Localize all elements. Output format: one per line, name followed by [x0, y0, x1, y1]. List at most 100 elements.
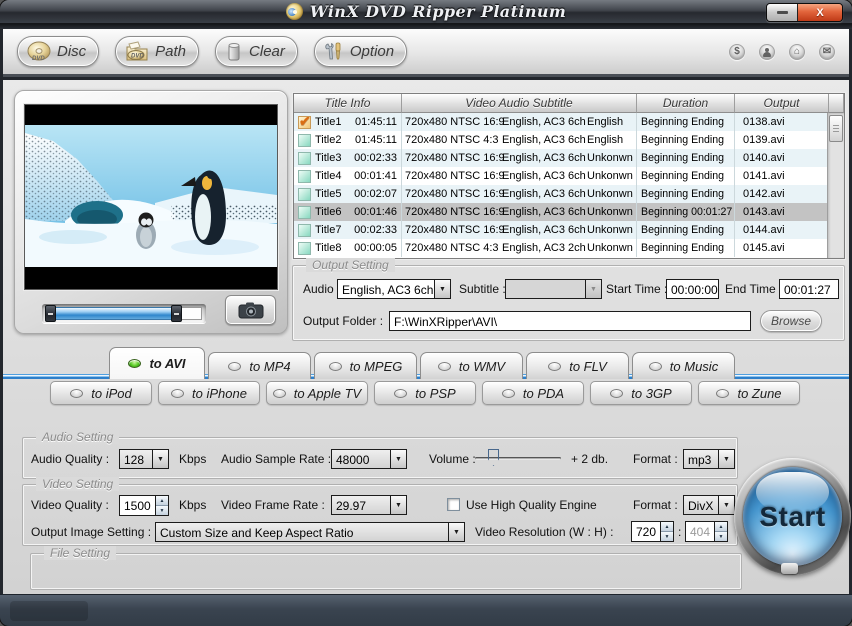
scrollbar-thumb[interactable] — [829, 115, 843, 142]
start-time-label: Start Time : — [606, 282, 667, 296]
svg-text:DVD: DVD — [131, 53, 144, 59]
minimize-button[interactable] — [767, 4, 798, 21]
title-info-cell: Title1 01:45:11 — [294, 113, 402, 131]
path-button[interactable]: DVD Path — [115, 36, 199, 67]
tab-label: to Music — [670, 359, 718, 374]
subtitle-spec: Unkonwn — [587, 224, 636, 236]
tab-to-ipod[interactable]: to iPod — [50, 381, 152, 405]
browse-button[interactable]: Browse — [760, 310, 822, 332]
volume-label: Volume : — [429, 452, 476, 466]
title-name: Title1 — [315, 116, 352, 128]
table-row[interactable]: Title4 00:01:41 720x480 NTSC 16:9 Englis… — [294, 167, 827, 185]
tab-to-apple-tv[interactable]: to Apple TV — [266, 381, 368, 405]
option-button[interactable]: Option — [314, 36, 407, 67]
subtitle-spec: English — [587, 134, 636, 146]
table-scrollbar[interactable] — [827, 113, 844, 258]
tab-to-flv[interactable]: to FLV — [526, 352, 629, 379]
home-icon[interactable]: ⌂ — [789, 44, 805, 60]
hq-engine-checkbox[interactable] — [447, 498, 460, 511]
output-folder-field[interactable]: F:\WinXRipper\AVI\ — [389, 311, 751, 331]
volume-slider-track[interactable] — [475, 457, 561, 460]
video-preview-screen[interactable] — [24, 104, 278, 290]
title-status-icon[interactable] — [298, 170, 311, 183]
start-time-field[interactable]: 00:00:00 — [666, 279, 719, 299]
table-row[interactable]: Title7 00:02:33 720x480 NTSC 16:9 Englis… — [294, 221, 827, 239]
table-row[interactable]: Title2 01:45:11 720x480 NTSC 4:3 English… — [294, 131, 827, 149]
column-header-output[interactable]: Output — [735, 94, 829, 113]
resolution-width-spinner[interactable]: 720 ▲▼ — [631, 521, 674, 542]
video-audio-subtitle-cell: 720x480 NTSC 4:3 English, AC3 6ch Englis… — [402, 131, 637, 149]
tab-to-iphone[interactable]: to iPhone — [158, 381, 260, 405]
column-header-duration[interactable]: Duration — [637, 94, 735, 113]
spinner-arrows-icon[interactable]: ▲▼ — [714, 522, 727, 541]
tab-to-zune[interactable]: to Zune — [698, 381, 800, 405]
table-row[interactable]: Title6 00:01:46 720x480 NTSC 16:9 Englis… — [294, 203, 827, 221]
title-length: 00:00:05 — [354, 242, 401, 254]
subtitle-select[interactable]: ▼ — [505, 279, 602, 299]
title-status-icon[interactable] — [298, 116, 311, 129]
trim-end-handle[interactable] — [171, 305, 182, 322]
title-name: Title7 — [315, 224, 352, 236]
tab-label: to PDA — [523, 386, 564, 401]
video-quality-spinner[interactable]: 1500 ▲▼ — [119, 495, 169, 516]
tab-led-icon — [273, 389, 286, 398]
tab-to-3gp[interactable]: to 3GP — [590, 381, 692, 405]
table-row[interactable]: Title3 00:02:33 720x480 NTSC 16:9 Englis… — [294, 149, 827, 167]
audio-select[interactable]: English, AC3 6ch ▼ — [337, 279, 451, 299]
column-header-title-info[interactable]: Title Info — [294, 94, 402, 113]
tab-to-avi[interactable]: to AVI — [109, 347, 205, 379]
close-button[interactable]: X — [798, 4, 842, 21]
title-status-icon[interactable] — [298, 206, 311, 219]
tab-label: to AVI — [149, 356, 185, 371]
disc-button[interactable]: DVD Disc — [17, 36, 99, 67]
image-setting-label: Output Image Setting : — [31, 525, 151, 539]
tab-led-icon — [548, 362, 561, 371]
tab-to-wmv[interactable]: to WMV — [420, 352, 523, 379]
title-info-cell: Title3 00:02:33 — [294, 149, 402, 167]
image-setting-select[interactable]: Custom Size and Keep Aspect Ratio ▼ — [155, 522, 465, 542]
table-row[interactable]: Title1 01:45:11 720x480 NTSC 16:9 Englis… — [294, 113, 827, 131]
spinner-arrows-icon[interactable]: ▲▼ — [660, 522, 673, 541]
audio-format-select[interactable]: mp3 ▼ — [683, 449, 735, 469]
spinner-arrows-icon[interactable]: ▲▼ — [155, 496, 168, 515]
buy-icon[interactable]: $ — [729, 44, 745, 60]
start-button[interactable]: Start — [734, 458, 851, 575]
table-header: Title Info Video Audio Subtitle Duration… — [294, 94, 844, 113]
frame-rate-select[interactable]: 29.97 ▼ — [331, 495, 407, 515]
audio-quality-select[interactable]: 128 ▼ — [119, 449, 169, 469]
subtitle-spec: English — [587, 116, 636, 128]
account-icon[interactable] — [759, 44, 775, 60]
table-row[interactable]: Title5 00:02:07 720x480 NTSC 16:9 Englis… — [294, 185, 827, 203]
title-status-icon[interactable] — [298, 134, 311, 147]
clear-button[interactable]: Clear — [215, 36, 298, 67]
column-header-video-audio-subtitle[interactable]: Video Audio Subtitle — [402, 94, 637, 113]
trim-start-handle[interactable] — [45, 305, 56, 322]
table-row[interactable]: Title8 00:00:05 720x480 NTSC 4:3 English… — [294, 239, 827, 257]
subtitle-spec: Unkonwn — [587, 188, 636, 200]
option-button-label: Option — [350, 43, 394, 60]
video-format-select[interactable]: DivX ▼ — [683, 495, 735, 515]
title-status-icon[interactable] — [298, 188, 311, 201]
output-cell: 0140.avi — [735, 149, 829, 167]
title-name: Title6 — [315, 206, 352, 218]
title-status-icon[interactable] — [298, 152, 311, 165]
sample-rate-select[interactable]: 48000 ▼ — [331, 449, 407, 469]
resolution-height-spinner[interactable]: 404 ▲▼ — [685, 521, 728, 542]
audio-label: Audio : — [303, 282, 340, 296]
end-time-field[interactable]: 00:01:27 — [779, 279, 839, 299]
mail-icon[interactable]: ✉ — [819, 44, 835, 60]
tab-to-pda[interactable]: to PDA — [482, 381, 584, 405]
tab-to-mpeg[interactable]: to MPEG — [314, 352, 417, 379]
tab-to-psp[interactable]: to PSP — [374, 381, 476, 405]
snapshot-button[interactable] — [225, 295, 276, 325]
tab-to-music[interactable]: to Music — [632, 352, 735, 379]
tab-to-mp4[interactable]: to MP4 — [208, 352, 311, 379]
title-status-icon[interactable] — [298, 242, 311, 255]
tab-label: to MPEG — [350, 359, 403, 374]
title-status-icon[interactable] — [298, 224, 311, 237]
volume-slider-thumb[interactable] — [488, 449, 499, 466]
subtitle-spec: Unkonwn — [587, 242, 636, 254]
output-folder-label: Output Folder : — [303, 314, 383, 328]
video-spec: 720x480 NTSC 16:9 — [402, 170, 502, 182]
title-length: 00:02:07 — [354, 188, 401, 200]
